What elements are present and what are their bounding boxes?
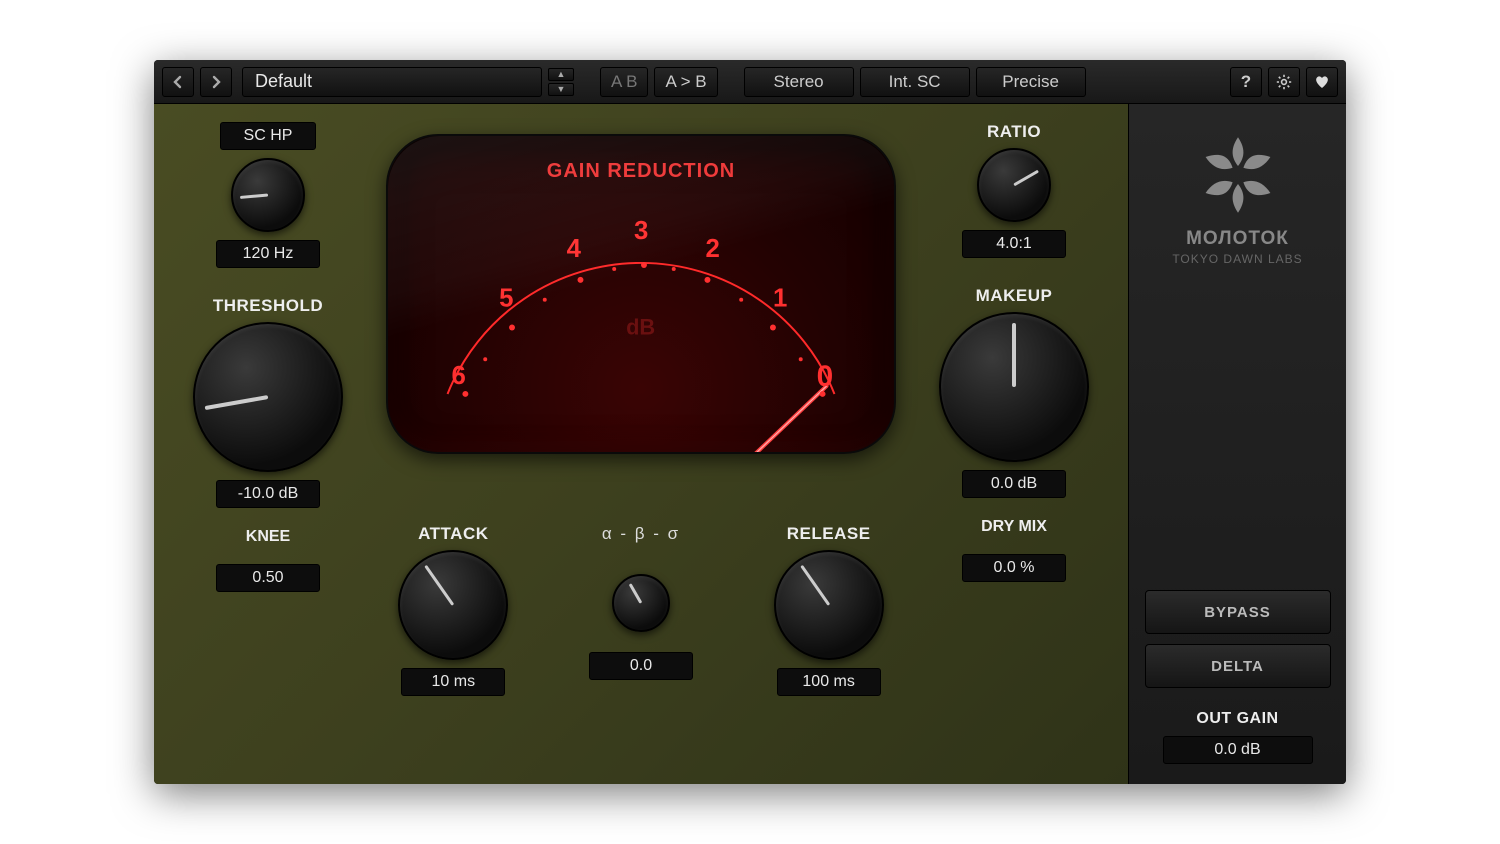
mode-group: α - β - σ 0.0: [589, 524, 693, 680]
brand-sub: TOKYO DAWN LABS: [1172, 252, 1302, 266]
svg-text:5: 5: [499, 285, 513, 313]
flower-logo-icon: [1193, 130, 1283, 220]
back-button[interactable]: [162, 67, 194, 97]
makeup-label: MAKEUP: [976, 286, 1053, 306]
knee-value[interactable]: 0.50: [216, 564, 320, 592]
mode-label: α - β - σ: [602, 524, 680, 544]
ratio-knob[interactable]: [977, 148, 1051, 222]
left-column: SC HP 120 Hz THRESHOLD -10.0 dB KNEE 0.5…: [178, 122, 358, 762]
attack-label: ATTACK: [418, 524, 488, 544]
brand-name: МОЛОТОК: [1186, 228, 1289, 250]
ratio-group: RATIO 4.0:1: [962, 122, 1066, 258]
delta-button[interactable]: DELTA: [1145, 644, 1331, 688]
meter-svg: 6 5 4 3 2 1 0 dB: [388, 136, 894, 453]
help-button[interactable]: ?: [1230, 67, 1262, 97]
makeup-value[interactable]: 0.0 dB: [962, 470, 1066, 498]
release-knob[interactable]: [774, 550, 884, 660]
out-gain-group: OUT GAIN 0.0 dB: [1145, 710, 1330, 764]
gear-icon: [1276, 74, 1292, 90]
forward-button[interactable]: [200, 67, 232, 97]
bottom-row: ATTACK 10 ms α - β - σ 0.0 RELEASE: [358, 520, 924, 762]
toolbar: Default ▲ ▼ A B A > B Stereo Int. SC Pre…: [154, 60, 1346, 104]
makeup-group: MAKEUP 0.0 dB: [939, 286, 1089, 498]
release-group: RELEASE 100 ms: [774, 524, 884, 696]
sidechain-mode-button[interactable]: Int. SC: [860, 67, 970, 97]
svg-text:0: 0: [817, 360, 834, 393]
out-gain-label: OUT GAIN: [1145, 710, 1330, 728]
right-column: RATIO 4.0:1 MAKEUP 0.0 dB DRY MIX 0.0 %: [924, 122, 1104, 762]
makeup-knob[interactable]: [939, 312, 1089, 462]
threshold-label: THRESHOLD: [213, 296, 323, 316]
attack-knob[interactable]: [398, 550, 508, 660]
ratio-value[interactable]: 4.0:1: [962, 230, 1066, 258]
ab-compare-button[interactable]: A B: [600, 67, 648, 97]
copy-ab-button[interactable]: A > B: [654, 67, 717, 97]
drymix-value[interactable]: 0.0 %: [962, 554, 1066, 582]
threshold-value[interactable]: -10.0 dB: [216, 480, 320, 508]
brand-panel: МОЛОТОК TOKYO DAWN LABS BYPASS DELTA OUT…: [1128, 104, 1346, 784]
out-gain-value[interactable]: 0.0 dB: [1163, 736, 1313, 764]
threshold-knob[interactable]: [193, 322, 343, 472]
svg-text:4: 4: [567, 235, 582, 263]
schp-knob[interactable]: [231, 158, 305, 232]
schp-toggle[interactable]: SC HP: [220, 122, 316, 150]
svg-text:2: 2: [705, 235, 719, 263]
bypass-button[interactable]: BYPASS: [1145, 590, 1331, 634]
favorite-button[interactable]: [1306, 67, 1338, 97]
settings-button[interactable]: [1268, 67, 1300, 97]
chevron-up-icon[interactable]: ▲: [548, 68, 574, 81]
schp-group: SC HP 120 Hz: [216, 122, 320, 268]
preset-stepper[interactable]: ▲ ▼: [548, 68, 574, 96]
gain-reduction-meter: GAIN REDUCTION 6 5 4 3 2 1 0: [386, 134, 896, 454]
mode-value[interactable]: 0.0: [589, 652, 693, 680]
arrow-right-icon: [209, 75, 223, 89]
attack-value[interactable]: 10 ms: [401, 668, 505, 696]
meter-area: GAIN REDUCTION 6 5 4 3 2 1 0: [358, 122, 924, 520]
svg-text:6: 6: [451, 362, 465, 390]
question-icon: ?: [1241, 72, 1251, 92]
attack-group: ATTACK 10 ms: [398, 524, 508, 696]
stereo-mode-button[interactable]: Stereo: [744, 67, 854, 97]
svg-text:dB: dB: [626, 314, 655, 339]
quality-mode-button[interactable]: Precise: [976, 67, 1086, 97]
chevron-down-icon[interactable]: ▼: [548, 83, 574, 96]
threshold-group: THRESHOLD -10.0 dB: [193, 296, 343, 508]
knee-label: KNEE: [246, 528, 290, 546]
ratio-label: RATIO: [987, 122, 1041, 142]
svg-text:3: 3: [634, 217, 648, 245]
release-label: RELEASE: [787, 524, 871, 544]
mode-knob[interactable]: [612, 574, 670, 632]
schp-value[interactable]: 120 Hz: [216, 240, 320, 268]
preset-select[interactable]: Default: [242, 67, 542, 97]
plugin-window: Default ▲ ▼ A B A > B Stereo Int. SC Pre…: [154, 60, 1346, 784]
drymix-label: DRY MIX: [981, 518, 1047, 536]
main-panel: SC HP 120 Hz THRESHOLD -10.0 dB KNEE 0.5…: [154, 104, 1128, 784]
preset-name: Default: [255, 71, 312, 92]
svg-text:1: 1: [773, 285, 787, 313]
heart-icon: [1314, 74, 1330, 90]
release-value[interactable]: 100 ms: [777, 668, 881, 696]
arrow-left-icon: [171, 75, 185, 89]
plugin-body: SC HP 120 Hz THRESHOLD -10.0 dB KNEE 0.5…: [154, 104, 1346, 784]
